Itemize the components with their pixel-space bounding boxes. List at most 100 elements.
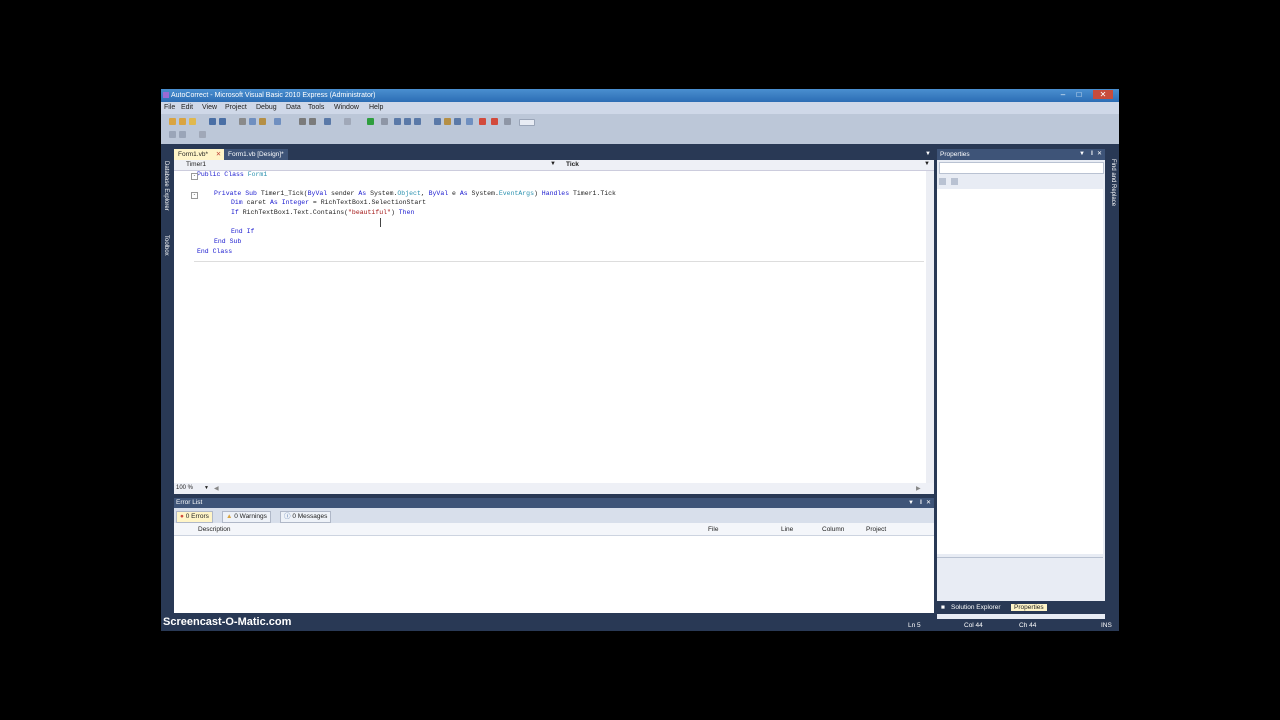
properties-grid[interactable] bbox=[937, 189, 1103, 554]
code-area[interactable]: Public Class Form1 Private Sub Timer1_Ti… bbox=[174, 171, 926, 483]
text-editor-icon[interactable] bbox=[169, 131, 176, 138]
categorized-icon[interactable] bbox=[939, 178, 946, 185]
properties-close-icon[interactable]: ✕ bbox=[1097, 149, 1102, 160]
start-page-icon[interactable] bbox=[454, 118, 461, 125]
messages-filter-button[interactable]: ⓘ 0 Messages bbox=[280, 511, 332, 523]
errors-filter-button[interactable]: ● 0 Errors bbox=[176, 511, 213, 523]
warnings-filter-button[interactable]: ▲ 0 Warnings bbox=[222, 511, 271, 523]
menu-file[interactable]: File bbox=[164, 104, 175, 111]
auto-hide-icon[interactable]: ‖ bbox=[1091, 149, 1093, 160]
tab-form1-design-label: Form1.vb [Design]* bbox=[228, 151, 284, 158]
database-explorer-icon[interactable] bbox=[444, 118, 451, 125]
tab-close-icon[interactable]: ✕ bbox=[216, 151, 221, 158]
properties-header: Properties ▼ ‖ ✕ bbox=[937, 149, 1105, 160]
properties-window-icon[interactable] bbox=[404, 118, 411, 125]
properties-panel: Properties ▼ ‖ ✕ bbox=[937, 149, 1105, 619]
status-column: Col 44 bbox=[964, 622, 983, 629]
column-column[interactable]: Column bbox=[822, 526, 844, 533]
menu-project[interactable]: Project bbox=[225, 104, 247, 111]
solution-properties-tabs: ■ Solution Explorer Properties bbox=[937, 601, 1105, 614]
maximize-icon[interactable]: □ bbox=[1073, 90, 1085, 99]
menu-tools[interactable]: Tools bbox=[308, 104, 324, 111]
menu-help[interactable]: Help bbox=[369, 104, 383, 111]
toolbox-tab[interactable]: Toolbox bbox=[163, 235, 169, 256]
tab-form1-design[interactable]: Form1.vb [Design]* bbox=[224, 149, 288, 160]
immediate-window-icon[interactable] bbox=[491, 118, 498, 125]
error-list-panel: Error List ▼ ‖ ✕ ● 0 Errors ▲ 0 Warnings… bbox=[174, 498, 934, 613]
object-browser-icon[interactable] bbox=[414, 118, 421, 125]
add-item-icon[interactable] bbox=[179, 118, 186, 125]
scroll-left-icon[interactable]: ◀ bbox=[214, 485, 219, 492]
column-line[interactable]: Line bbox=[781, 526, 793, 533]
column-description[interactable]: Description bbox=[198, 526, 231, 533]
indent-icon[interactable] bbox=[179, 131, 186, 138]
redo-icon[interactable] bbox=[344, 118, 351, 125]
scroll-right-icon[interactable]: ▶ bbox=[916, 485, 921, 492]
code-line-8: End Sub bbox=[214, 238, 242, 245]
save-all-icon[interactable] bbox=[219, 118, 226, 125]
solution-explorer-icon[interactable] bbox=[394, 118, 401, 125]
close-icon[interactable]: ✕ bbox=[1093, 90, 1113, 99]
window-title: AutoCorrect - Microsoft Visual Basic 201… bbox=[171, 92, 376, 99]
zoom-level[interactable]: 100 % bbox=[176, 485, 193, 491]
editor-bottom-bar: 100 % ▼ ◀ ▶ bbox=[174, 483, 934, 494]
error-list-autohide-icon[interactable]: ‖ bbox=[920, 498, 922, 508]
column-project[interactable]: Project bbox=[866, 526, 886, 533]
open-file-icon[interactable] bbox=[189, 118, 196, 125]
code-editor[interactable]: Timer1 ▼ Tick ▼ Public Class Form1 Priva… bbox=[174, 160, 934, 494]
uncomment-icon[interactable] bbox=[309, 118, 316, 125]
find-icon[interactable] bbox=[274, 118, 281, 125]
menu-debug[interactable]: Debug bbox=[256, 104, 277, 111]
tab-form1-vb[interactable]: Form1.vb* ✕ bbox=[174, 149, 226, 160]
copy-icon[interactable] bbox=[249, 118, 256, 125]
collapse-class-icon[interactable]: - bbox=[191, 173, 198, 180]
column-file[interactable]: File bbox=[708, 526, 718, 533]
warning-icon: ▲ bbox=[226, 513, 233, 520]
event-dropdown[interactable]: Tick bbox=[566, 161, 579, 168]
database-explorer-tab[interactable]: Database Explorer bbox=[163, 161, 169, 211]
extension-manager-icon[interactable] bbox=[479, 118, 486, 125]
properties-tab[interactable]: Properties bbox=[1011, 604, 1047, 611]
error-list-title: Error List bbox=[176, 499, 203, 506]
code-line-1: Public Class Form1 bbox=[197, 171, 268, 178]
cut-icon[interactable] bbox=[239, 118, 246, 125]
alphabetical-icon[interactable] bbox=[951, 178, 958, 185]
solution-explorer-icon-small: ■ bbox=[941, 604, 945, 611]
output-window-icon[interactable] bbox=[504, 118, 511, 125]
menu-edit[interactable]: Edit bbox=[181, 104, 193, 111]
menu-bar: File Edit View Project Debug Data Tools … bbox=[161, 102, 1119, 114]
properties-object-dropdown[interactable] bbox=[939, 162, 1104, 174]
error-list-close-icon[interactable]: ✕ bbox=[926, 498, 931, 508]
save-icon[interactable] bbox=[209, 118, 216, 125]
error-list-body[interactable] bbox=[174, 536, 934, 613]
zoom-dropdown-icon[interactable]: ▼ bbox=[204, 485, 209, 491]
find-and-replace-tab[interactable]: Find and Replace bbox=[1110, 159, 1116, 206]
event-dropdown-arrow-icon[interactable]: ▼ bbox=[924, 161, 930, 167]
object-dropdown[interactable]: Timer1 bbox=[186, 161, 206, 168]
new-project-icon[interactable] bbox=[169, 118, 176, 125]
editor-vertical-scrollbar[interactable] bbox=[926, 171, 934, 483]
error-list-pin-icon[interactable]: ▼ bbox=[908, 498, 914, 508]
bookmark-icon[interactable] bbox=[199, 131, 206, 138]
paste-icon[interactable] bbox=[259, 118, 266, 125]
pin-icon[interactable]: ▼ bbox=[1079, 149, 1085, 160]
menu-window[interactable]: Window bbox=[334, 104, 359, 111]
undo-icon[interactable] bbox=[324, 118, 331, 125]
start-debugging-icon[interactable] bbox=[367, 118, 374, 125]
minimize-icon[interactable]: – bbox=[1057, 90, 1069, 99]
status-bar: Ln 5 Col 44 Ch 44 INS bbox=[161, 619, 1119, 631]
editor-nav-bar: Timer1 ▼ Tick ▼ bbox=[174, 160, 934, 171]
properties-title: Properties bbox=[940, 151, 970, 158]
toolbar-options-icon[interactable] bbox=[519, 119, 535, 126]
menu-view[interactable]: View bbox=[202, 104, 217, 111]
ide-window: AutoCorrect - Microsoft Visual Basic 201… bbox=[161, 89, 1119, 631]
solution-explorer-tab[interactable]: Solution Explorer bbox=[951, 604, 1001, 611]
comment-icon[interactable] bbox=[299, 118, 306, 125]
collapse-sub-icon[interactable]: - bbox=[191, 192, 198, 199]
menu-data[interactable]: Data bbox=[286, 104, 301, 111]
object-dropdown-arrow-icon[interactable]: ▼ bbox=[550, 161, 556, 167]
toolbox-icon[interactable] bbox=[434, 118, 441, 125]
pause-icon[interactable] bbox=[381, 118, 388, 125]
error-list-icon[interactable] bbox=[466, 118, 473, 125]
tab-list-dropdown-icon[interactable]: ▼ bbox=[925, 151, 931, 157]
